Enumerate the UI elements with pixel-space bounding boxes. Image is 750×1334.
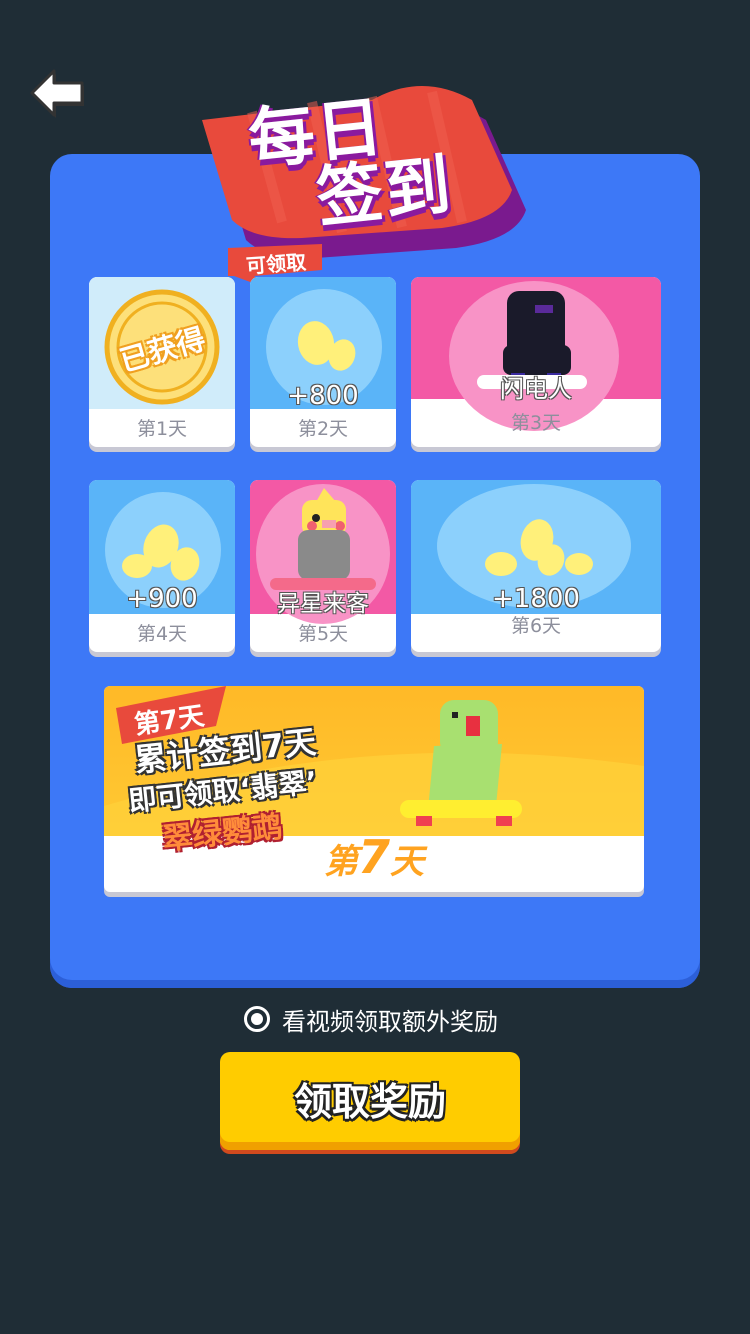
day-label: 第2天	[297, 418, 349, 440]
character-name: 闪电人	[500, 375, 572, 403]
day-card-2[interactable]: +800 第2天	[250, 277, 396, 447]
alien-visitor-character-icon	[298, 488, 350, 580]
watch-video-option[interactable]: 看视频领取额外奖励	[244, 1002, 498, 1036]
emerald-parrot-character-icon	[400, 700, 522, 826]
day-label: 第1天	[136, 418, 188, 440]
claim-reward-button[interactable]: 领取奖励	[220, 1052, 520, 1150]
watch-video-label: 看视频领取额外奖励	[282, 1007, 498, 1036]
seeds-icon	[485, 519, 593, 576]
day7-prefix: 第	[323, 842, 358, 882]
day-card-6[interactable]: +1800 第6天	[411, 480, 661, 652]
seeds-amount: +1800	[492, 584, 580, 614]
claimable-tag: 可领取	[245, 249, 307, 279]
day-label: 第5天	[297, 623, 349, 645]
seeds-icon	[297, 321, 356, 371]
claim-reward-label: 领取奖励	[293, 1079, 446, 1124]
day-card-4[interactable]: +900 第4天	[89, 480, 235, 652]
watch-video-radio[interactable]	[244, 1006, 270, 1032]
day-card-5[interactable]: 异星来客 第5天	[250, 480, 396, 652]
back-button[interactable]	[28, 66, 86, 120]
seeds-amount: +900	[126, 584, 198, 614]
seeds-icon	[122, 524, 200, 581]
character-name: 异星来客	[277, 591, 369, 617]
day-label: 第6天	[510, 615, 562, 637]
day-label: 第4天	[136, 623, 188, 645]
day7-number: 7	[357, 830, 390, 884]
day-card-1[interactable]: 已获得 第1天	[89, 277, 235, 447]
day-card-3[interactable]: 闪电人 第3天	[411, 277, 661, 447]
seeds-amount: +800	[287, 381, 359, 411]
back-arrow-icon	[30, 69, 84, 118]
day-label: 第3天	[510, 412, 562, 434]
title-line-2: 签到	[312, 146, 457, 237]
day7-suffix: 天	[390, 842, 424, 882]
